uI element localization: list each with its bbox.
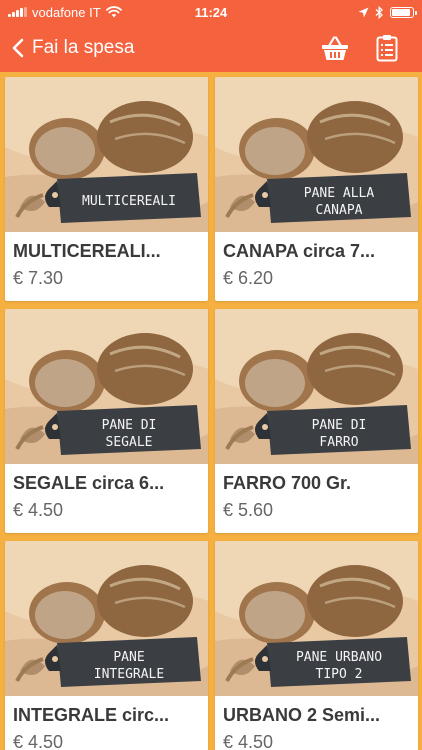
product-name: CANAPA circa 7... bbox=[223, 241, 376, 261]
card-body: FARRO 700 Gr. € 5.60 bbox=[215, 464, 418, 521]
product-grid: MULTICEREALI MULTICEREALI... € 7.30 PANE… bbox=[0, 72, 422, 750]
product-image: PANE ALLA CANAPA bbox=[215, 77, 418, 232]
product-price: € 6.20 bbox=[223, 268, 274, 288]
bluetooth-icon bbox=[375, 5, 383, 19]
nav-bar: Fai la spesa bbox=[0, 24, 422, 72]
product-image: PANE URBANO TIPO 2 bbox=[215, 541, 418, 696]
chalkboard-label-line-2: TIPO 2 bbox=[316, 667, 363, 682]
status-bar: vodafone IT 11:24 bbox=[0, 0, 422, 24]
product-card[interactable]: MULTICEREALI MULTICEREALI... € 7.30 bbox=[5, 77, 208, 301]
product-price: € 7.30 bbox=[13, 268, 64, 288]
product-name: FARRO 700 Gr. bbox=[223, 473, 352, 493]
basket-button[interactable] bbox=[320, 33, 350, 63]
chevron-left-icon bbox=[12, 38, 24, 58]
card-body: INTEGRALE circ... € 4.50 bbox=[5, 696, 208, 750]
product-card[interactable]: PANE ALLA CANAPA CANAPA circa 7... € 6.2… bbox=[215, 77, 418, 301]
order-list-button[interactable] bbox=[372, 33, 402, 63]
chalkboard-label-line-1: PANE URBANO bbox=[296, 650, 382, 665]
chalkboard-label-line-1: MULTICEREALI bbox=[82, 194, 176, 209]
product-card[interactable]: PANE DI FARRO FARRO 700 Gr. € 5.60 bbox=[215, 309, 418, 533]
status-left: vodafone IT bbox=[8, 5, 122, 20]
carrier-label: vodafone IT bbox=[32, 4, 101, 20]
chalkboard-label-line-2: INTEGRALE bbox=[94, 667, 164, 682]
card-body: MULTICEREALI... € 7.30 bbox=[5, 232, 208, 289]
clipboard-list-icon bbox=[376, 35, 398, 62]
product-image: PANE INTEGRALE bbox=[5, 541, 208, 696]
product-name: MULTICEREALI... bbox=[13, 241, 161, 261]
product-image: PANE DI FARRO bbox=[215, 309, 418, 464]
product-card[interactable]: PANE URBANO TIPO 2 URBANO 2 Semi... € 4.… bbox=[215, 541, 418, 750]
card-body: CANAPA circa 7... € 6.20 bbox=[215, 232, 418, 289]
chalkboard-label-line-1: PANE DI bbox=[312, 418, 367, 433]
chalkboard-label-line-1: PANE DI bbox=[102, 418, 157, 433]
product-price: € 4.50 bbox=[13, 732, 64, 750]
product-price: € 4.50 bbox=[13, 500, 64, 520]
nav-actions bbox=[320, 33, 422, 63]
product-name: SEGALE circa 6... bbox=[13, 473, 165, 493]
product-card[interactable]: PANE INTEGRALE INTEGRALE circ... € 4.50 bbox=[5, 541, 208, 750]
location-arrow-icon bbox=[358, 7, 369, 17]
chalkboard-label-line-2: FARRO bbox=[319, 435, 358, 450]
back-label: Fai la spesa bbox=[32, 37, 135, 58]
card-body: URBANO 2 Semi... € 4.50 bbox=[215, 696, 418, 750]
chalkboard-label-line-1: PANE ALLA bbox=[304, 186, 375, 201]
product-price: € 5.60 bbox=[223, 500, 274, 520]
battery-icon bbox=[390, 6, 417, 18]
chalkboard-label-line-2: SEGALE bbox=[106, 435, 153, 450]
back-button[interactable]: Fai la spesa bbox=[0, 24, 134, 72]
status-right bbox=[358, 5, 417, 19]
chalkboard-label-line-2: CANAPA bbox=[316, 203, 363, 218]
signal-icon bbox=[8, 7, 27, 17]
wifi-icon bbox=[105, 6, 122, 18]
product-image: PANE DI SEGALE bbox=[5, 309, 208, 464]
product-name: URBANO 2 Semi... bbox=[223, 705, 381, 725]
card-body: SEGALE circa 6... € 4.50 bbox=[5, 464, 208, 521]
basket-icon bbox=[322, 36, 348, 60]
product-card[interactable]: PANE DI SEGALE SEGALE circa 6... € 4.50 bbox=[5, 309, 208, 533]
chalkboard-label-line-1: PANE bbox=[113, 650, 144, 665]
product-price: € 4.50 bbox=[223, 732, 274, 750]
product-name: INTEGRALE circ... bbox=[13, 705, 170, 725]
product-image: MULTICEREALI bbox=[5, 77, 208, 232]
